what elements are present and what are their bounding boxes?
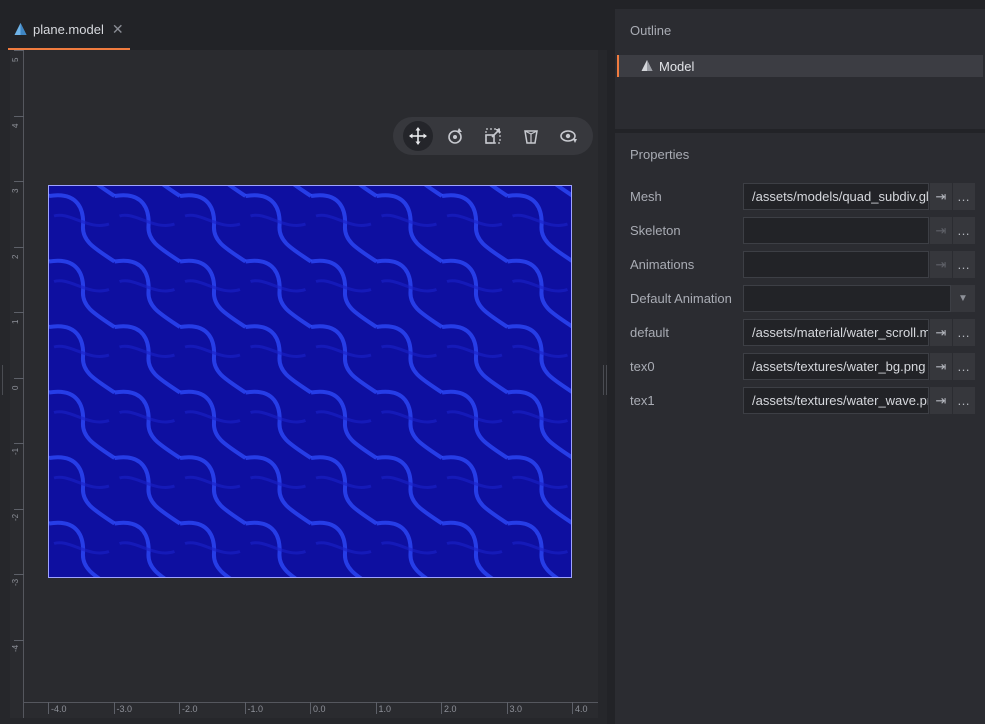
outline-panel: Outline Model: [615, 9, 985, 129]
property-tex0: tex0 /assets/textures/water_bg.png ⇥ …: [615, 353, 985, 381]
tex0-field[interactable]: /assets/textures/water_bg.png: [743, 353, 929, 380]
ruler-tick-label: 0.0: [313, 704, 326, 714]
ruler-tick-label: 3.0: [509, 704, 523, 714]
tab-plane-model[interactable]: plane.model ✕: [8, 10, 130, 50]
material-field[interactable]: /assets/material/water_scroll.material: [743, 319, 929, 346]
outline-title: Outline: [630, 23, 672, 38]
perspective-icon: [523, 130, 538, 144]
property-label: Animations: [630, 257, 695, 272]
property-default-material: default /assets/material/water_scroll.ma…: [615, 319, 985, 347]
water-plane-mesh[interactable]: [48, 185, 572, 578]
mesh-field[interactable]: /assets/models/quad_subdiv.glb: [743, 183, 929, 210]
property-label: default: [630, 325, 670, 340]
property-animations: Animations ⇥ …: [615, 251, 985, 279]
perspective-tool-button[interactable]: [516, 121, 546, 151]
ruler-tick-label: 3: [11, 188, 20, 193]
property-label: Default Animation: [630, 291, 732, 306]
tab-bar: plane.model ✕: [0, 0, 607, 50]
ruler-tick-label: 0: [11, 385, 20, 390]
horizontal-ruler: -4.0 -3.0 -2.0 -1.0 0.0 1.0 2.0 3.0 4.0: [24, 702, 598, 718]
ruler-tick-label: -4.0: [51, 704, 67, 714]
outline-item-model[interactable]: Model: [617, 55, 983, 77]
browse-button[interactable]: …: [953, 251, 975, 278]
goto-resource-icon[interactable]: ⇥: [930, 251, 952, 278]
ruler-tick-label: 4.0: [575, 704, 588, 714]
browse-button[interactable]: …: [953, 183, 975, 210]
browse-button[interactable]: …: [953, 353, 975, 380]
property-label: tex0: [630, 359, 655, 374]
property-default-animation: Default Animation ▼: [615, 285, 985, 313]
properties-title: Properties: [630, 147, 690, 162]
rotate-tool-button[interactable]: [440, 121, 470, 151]
properties-panel: Properties Mesh /assets/models/quad_subd…: [615, 133, 985, 724]
property-label: Mesh: [630, 189, 662, 204]
move-tool-button[interactable]: [402, 121, 433, 151]
default-animation-select[interactable]: [743, 285, 951, 312]
ruler-tick-label: -1: [11, 447, 20, 455]
ruler-tick-label: 2: [11, 254, 20, 259]
ruler-tick-label: -2.0: [182, 704, 198, 714]
tex1-field[interactable]: /assets/textures/water_wave.png: [743, 387, 929, 414]
chevron-down-icon[interactable]: ▼: [951, 285, 975, 312]
ruler-tick-label: 1: [11, 319, 20, 324]
vertical-ruler: 5 4 3 2 1 0 -1 -2 -3 -4: [10, 50, 24, 718]
ruler-tick-label: -4: [11, 644, 20, 652]
transform-toolbar: [393, 117, 593, 155]
ruler-tick-label: -3: [11, 578, 20, 586]
camera-icon: [560, 130, 578, 143]
browse-button[interactable]: …: [953, 387, 975, 414]
move-icon: [408, 127, 427, 145]
scale-icon: [485, 128, 501, 144]
panel-splitter-handle[interactable]: [603, 365, 607, 395]
scale-tool-button[interactable]: [478, 121, 508, 151]
ruler-tick-label: 4: [11, 123, 20, 128]
ruler-tick-label: 5: [11, 57, 20, 62]
browse-button[interactable]: …: [953, 217, 975, 244]
model-icon: [641, 60, 653, 72]
goto-resource-icon[interactable]: ⇥: [930, 387, 952, 414]
close-icon[interactable]: ✕: [112, 21, 124, 38]
scene-editor: plane.model ✕ 5 4 3 2 1 0 -1 -2 -3 -4 -4.0 -3.0 -2.…: [0, 0, 607, 724]
camera-tool-button[interactable]: [553, 121, 583, 151]
property-tex1: tex1 /assets/textures/water_wave.png ⇥ …: [615, 387, 985, 415]
ruler-tick-label: -2: [11, 513, 20, 521]
scene-viewport[interactable]: 5 4 3 2 1 0 -1 -2 -3 -4 -4.0 -3.0 -2.0 -1.0 0.0 1.0 2.0…: [10, 50, 598, 718]
animations-field[interactable]: [743, 251, 929, 278]
outline-item-label: Model: [659, 58, 695, 74]
ruler-tick-label: 2.0: [444, 704, 457, 714]
goto-resource-icon[interactable]: ⇥: [930, 353, 952, 380]
ruler-tick-label: -3.0: [116, 704, 133, 714]
ruler-tick-label: 1.0: [378, 704, 392, 714]
tab-title: plane.model: [33, 21, 104, 37]
goto-resource-icon[interactable]: ⇥: [930, 319, 952, 346]
model-icon: [14, 22, 27, 36]
rotate-icon: [448, 128, 463, 144]
property-label: Skeleton: [630, 223, 681, 238]
left-splitter-handle[interactable]: [2, 365, 6, 395]
skeleton-field[interactable]: [743, 217, 929, 244]
property-label: tex1: [630, 393, 655, 408]
goto-resource-icon[interactable]: ⇥: [930, 217, 952, 244]
goto-resource-icon[interactable]: ⇥: [930, 183, 952, 210]
ruler-tick-label: -1.0: [247, 704, 264, 714]
browse-button[interactable]: …: [953, 319, 975, 346]
property-mesh: Mesh /assets/models/quad_subdiv.glb ⇥ …: [615, 183, 985, 211]
property-skeleton: Skeleton ⇥ …: [615, 217, 985, 245]
